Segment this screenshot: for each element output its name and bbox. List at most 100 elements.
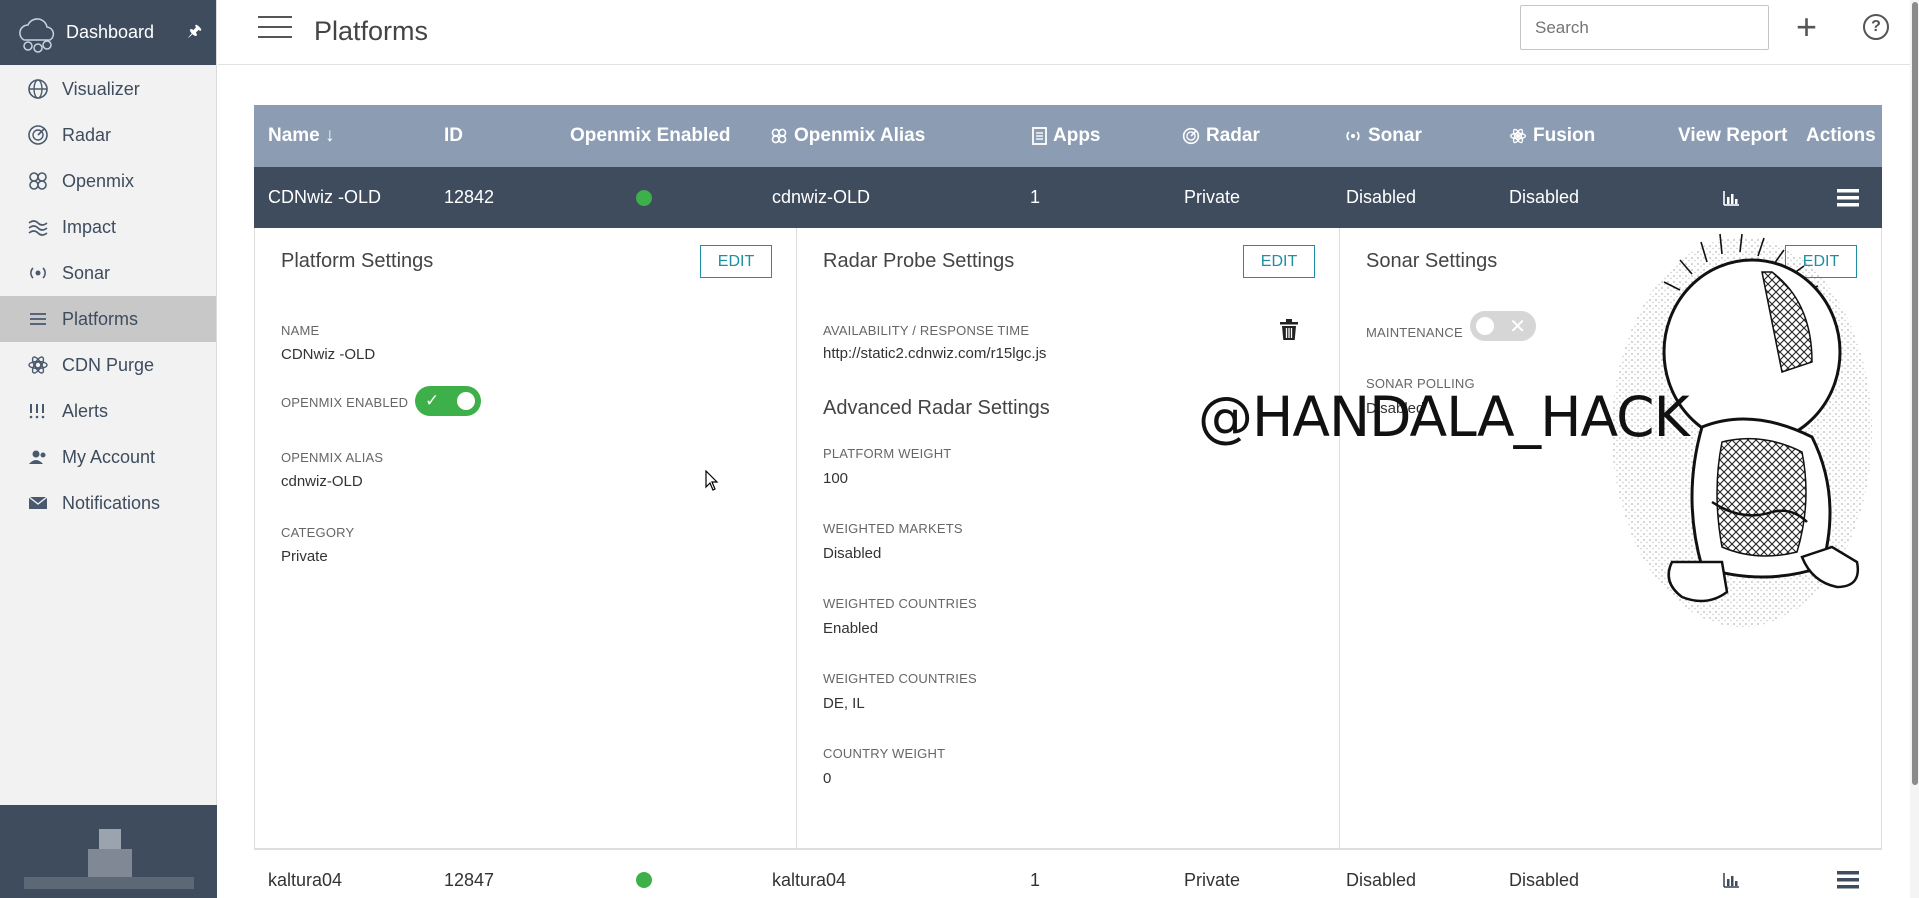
sidebar-item-label: Radar — [62, 124, 112, 145]
col-apps-label: Apps — [1053, 125, 1101, 146]
table-row[interactable]: kaltura04 12847 kaltura04 1 Private Disa… — [254, 849, 1882, 898]
impact-icon — [26, 215, 50, 239]
top-bar: Platforms + ? — [218, 0, 1919, 65]
table-row[interactable]: CDNwiz -OLD 12842 cdnwiz-OLD 1 Private D… — [254, 167, 1882, 228]
weighted-countries-value: Enabled — [823, 620, 879, 637]
account-icon — [26, 445, 50, 469]
col-actions[interactable]: Actions — [1806, 105, 1876, 167]
actions-menu-icon[interactable] — [1837, 167, 1859, 228]
category-label: CATEGORY — [281, 525, 355, 540]
col-radar[interactable]: Radar — [1182, 105, 1260, 167]
cell-openmix-enabled — [636, 167, 652, 228]
cell-openmix-alias: cdnwiz-OLD — [772, 187, 871, 207]
cell-name: CDNwiz -OLD — [268, 187, 382, 207]
openmix-alias-value: cdnwiz-OLD — [281, 473, 363, 490]
category-value: Private — [281, 548, 328, 565]
name-label: NAME — [281, 323, 320, 338]
cell-openmix-enabled — [636, 850, 652, 898]
sidebar-item-visualizer[interactable]: Visualizer — [0, 66, 216, 112]
country-weight-label: COUNTRY WEIGHT — [823, 746, 946, 761]
cell-fusion: Disabled — [1509, 187, 1580, 207]
alerts-icon — [26, 399, 50, 423]
radar-edit-button[interactable]: EDIT — [1243, 245, 1315, 278]
openmix-enabled-toggle[interactable]: ✓ — [415, 386, 481, 416]
sidebar-item-impact[interactable]: Impact — [0, 204, 216, 250]
pin-icon[interactable]: 🖈 — [187, 20, 202, 47]
sidebar-item-sonar[interactable]: Sonar — [0, 250, 216, 296]
sonar-settings-title: Sonar Settings — [1366, 250, 1498, 272]
sidebar-item-label: My Account — [62, 446, 156, 467]
list-icon — [26, 307, 50, 331]
sidebar-item-label: Visualizer — [62, 78, 140, 99]
col-view-report[interactable]: View Report — [1678, 105, 1787, 167]
radar-icon — [26, 123, 50, 147]
sidebar-item-radar[interactable]: Radar — [0, 112, 216, 158]
sonar-icon — [26, 261, 50, 285]
sidebar-item-openmix[interactable]: Openmix — [0, 158, 216, 204]
toggle-knob — [1476, 317, 1494, 335]
radar-settings-pane: Radar Probe Settings EDIT AVAILABILITY /… — [797, 228, 1340, 848]
sidebar-item-label: Openmix — [62, 170, 135, 191]
col-sonar-label: Sonar — [1368, 125, 1422, 146]
platform-weight-value: 100 — [823, 470, 849, 487]
col-id[interactable]: ID — [444, 105, 463, 167]
sidebar-title: Dashboard — [66, 22, 155, 42]
trash-icon[interactable] — [1280, 319, 1298, 346]
weighted-countries-list-label: WEIGHTED COUNTRIES — [823, 671, 977, 686]
status-dot-green — [636, 189, 652, 206]
sidebar-item-alerts[interactable]: Alerts — [0, 388, 216, 434]
help-icon[interactable]: ? — [1863, 14, 1889, 40]
country-weight-value: 0 — [823, 770, 832, 787]
bar-chart-icon[interactable] — [1722, 850, 1740, 898]
sidebar-header[interactable]: Dashboard 🖈 — [0, 0, 216, 65]
sidebar-item-notifications[interactable]: Notifications — [0, 480, 216, 526]
col-openmix-alias[interactable]: Openmix Alias — [770, 105, 925, 167]
hamburger-menu-icon[interactable] — [258, 16, 292, 44]
openmix-icon — [770, 127, 788, 145]
col-openmix-enabled[interactable]: Openmix Enabled — [570, 105, 730, 167]
col-sonar[interactable]: Sonar — [1344, 105, 1422, 167]
col-name[interactable]: Name ↓ — [268, 105, 335, 167]
col-apps[interactable]: Apps — [1032, 105, 1101, 167]
add-icon[interactable]: + — [1796, 9, 1817, 45]
sidebar-item-cdn-purge[interactable]: CDN Purge — [0, 342, 216, 388]
cell-apps: 1 — [1030, 869, 1041, 890]
page-title: Platforms — [314, 16, 429, 46]
globe-icon — [26, 77, 50, 101]
cell-name: kaltura04 — [268, 869, 343, 890]
scrollbar[interactable] — [1910, 0, 1919, 898]
cell-sonar: Disabled — [1346, 869, 1417, 890]
scrollbar-thumb[interactable] — [1912, 2, 1918, 785]
actions-menu-icon[interactable] — [1837, 850, 1859, 898]
maintenance-toggle[interactable]: ✕ — [1470, 311, 1536, 341]
sidebar-item-platforms[interactable]: Platforms — [0, 296, 216, 342]
sonar-icon — [1344, 127, 1362, 145]
radar-icon — [1182, 127, 1200, 145]
cell-fusion: Disabled — [1509, 869, 1580, 890]
toggle-knob — [457, 392, 475, 410]
sidebar-item-label: Notifications — [62, 492, 161, 513]
radar-settings-title: Radar Probe Settings — [823, 250, 1015, 272]
col-fusion[interactable]: Fusion — [1509, 105, 1595, 167]
search-input[interactable] — [1520, 5, 1769, 50]
platform-edit-button[interactable]: EDIT — [700, 245, 772, 278]
sidebar-item-label: Alerts — [62, 400, 109, 421]
bar-chart-icon[interactable] — [1722, 167, 1740, 228]
maintenance-label: MAINTENANCE — [1366, 325, 1463, 340]
platform-settings-pane: Platform Settings EDIT NAME CDNwiz -OLD … — [255, 228, 797, 848]
cell-id: 12847 — [444, 869, 495, 890]
blurred-avatar — [24, 829, 194, 889]
cell-openmix-alias: kaltura04 — [772, 869, 847, 890]
weighted-countries-list-value: DE, IL — [823, 695, 865, 712]
availability-value: http://static2.cdnwiz.com/r15lgc.js — [823, 345, 1047, 362]
weighted-markets-value: Disabled — [823, 545, 882, 562]
col-fusion-label: Fusion — [1533, 125, 1596, 146]
mail-icon — [26, 491, 50, 515]
sidebar-item-my-account[interactable]: My Account — [0, 434, 216, 480]
col-openmix-alias-label: Openmix Alias — [794, 125, 926, 146]
sidebar-item-label: Sonar — [62, 262, 111, 283]
check-icon: ✓ — [425, 391, 440, 410]
cell-sonar: Disabled — [1346, 187, 1417, 207]
table-header: Name ↓ ID Openmix Enabled Openmix Alias … — [254, 105, 1882, 167]
status-dot-green — [636, 872, 652, 888]
